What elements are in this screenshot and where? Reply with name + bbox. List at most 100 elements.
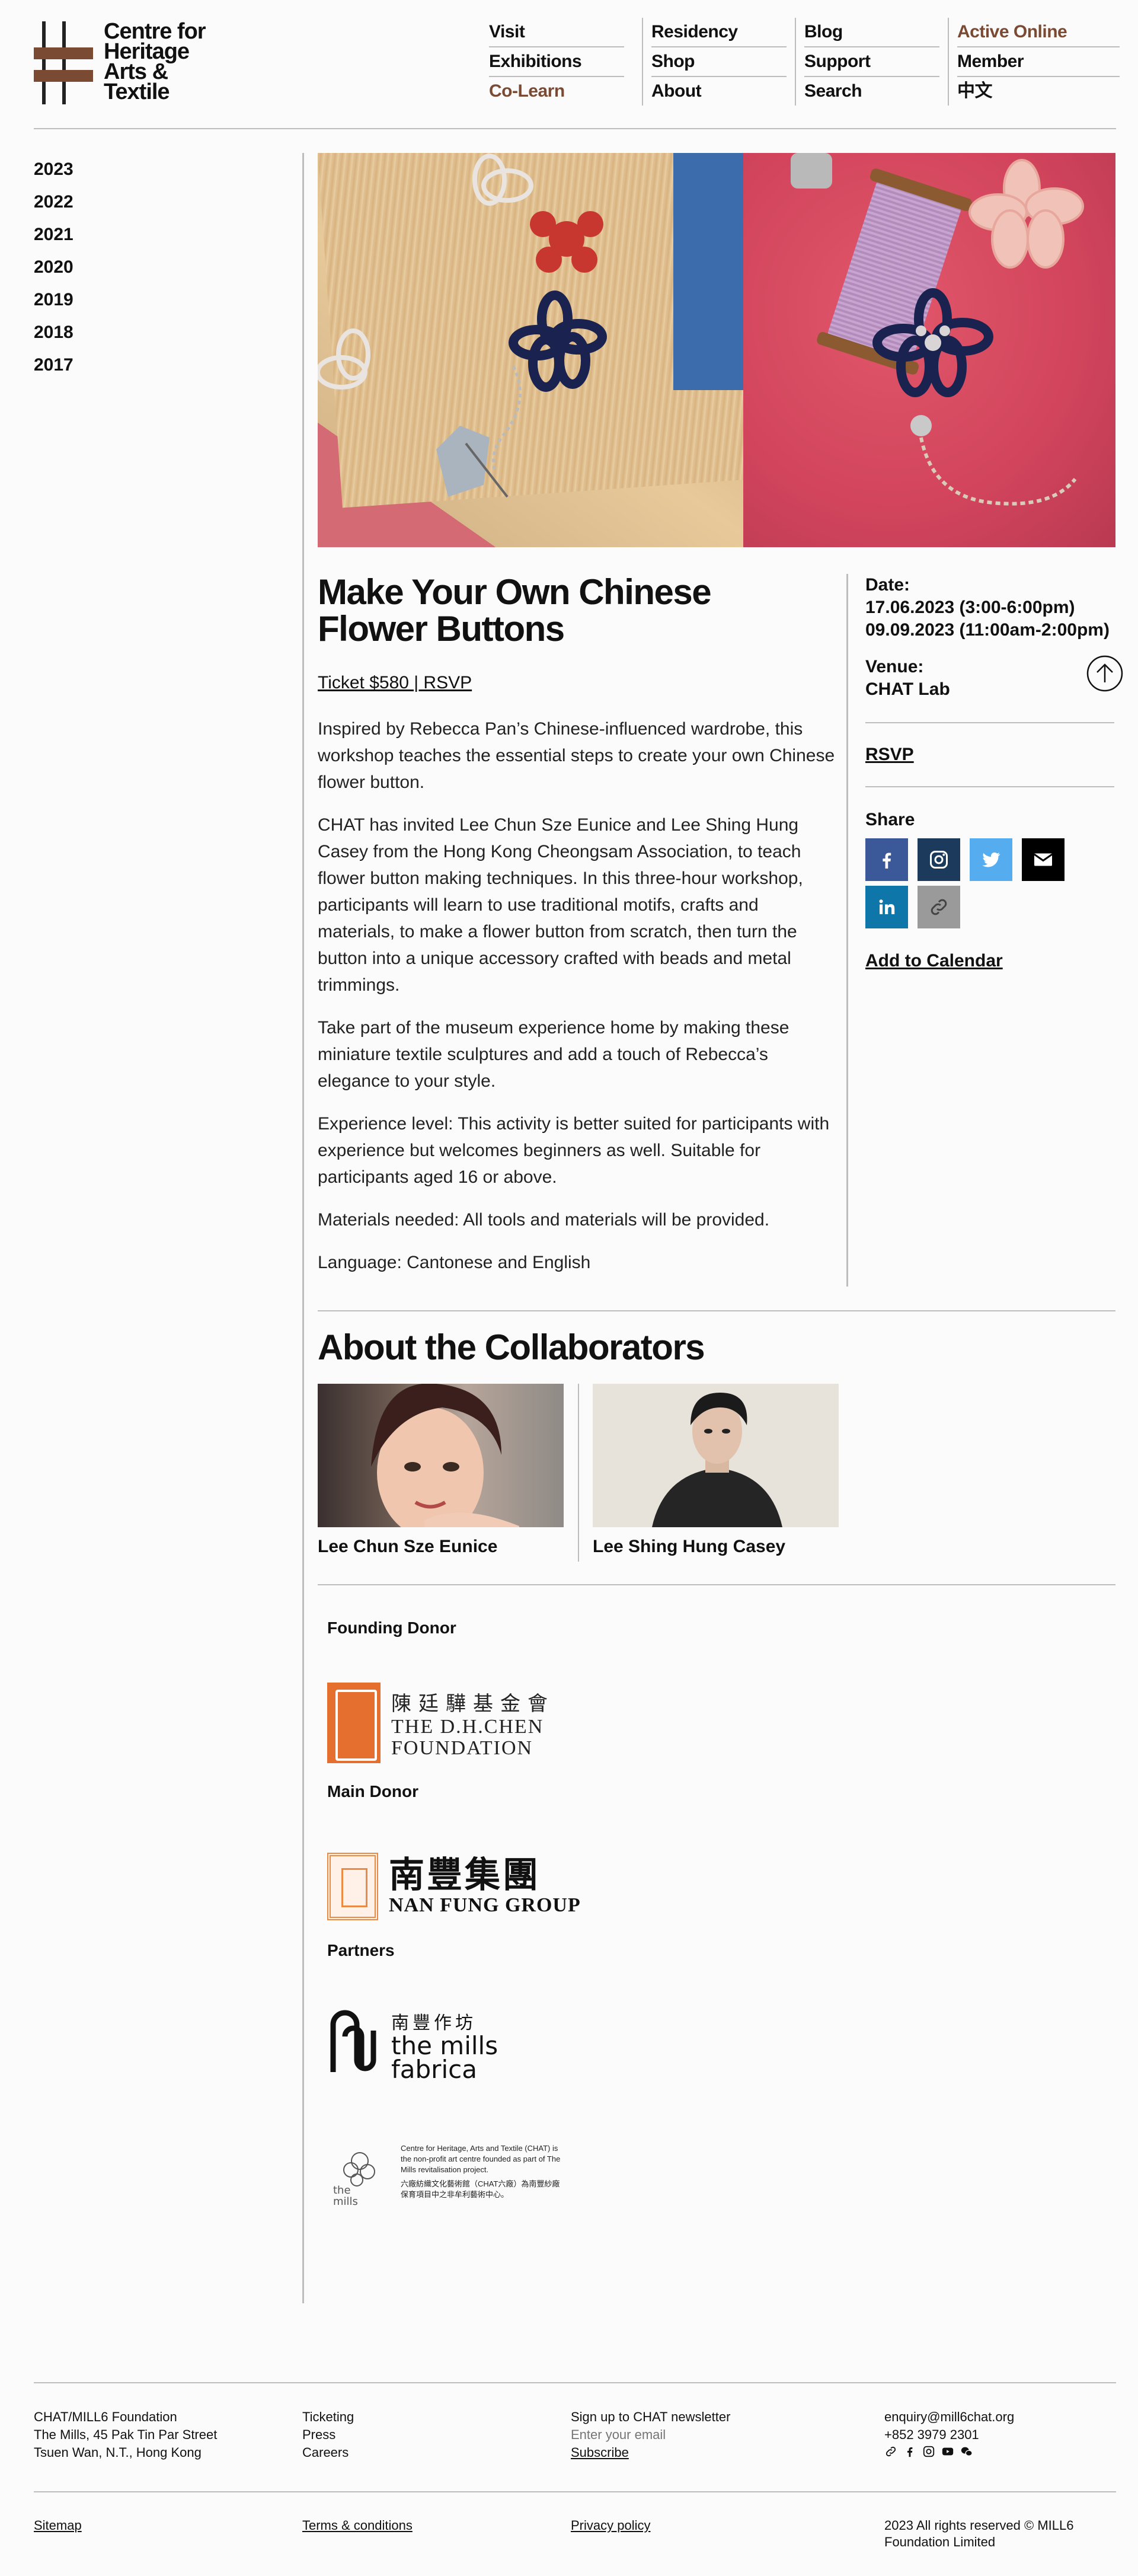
linkedin-share-button[interactable]: [865, 886, 908, 928]
subscribe-button[interactable]: Subscribe: [571, 2444, 808, 2462]
footer-link-press[interactable]: Press: [302, 2426, 354, 2444]
facebook-icon: [883, 853, 891, 869]
year-2018[interactable]: 2018: [34, 316, 73, 349]
footer-divider: [34, 2491, 1116, 2492]
twitter-share-button[interactable]: [970, 838, 1012, 881]
description-paragraph: Inspired by Rebecca Pan’s Chinese-influe…: [318, 719, 835, 792]
mills-fabrica-mark: [330, 2010, 376, 2072]
venue-label: Venue:: [865, 657, 924, 676]
collaborator-photo: [318, 1384, 564, 1527]
footer-contact: enquiry@mill6chat.org +852 3979 2301: [884, 2408, 1014, 2458]
nav-support[interactable]: Support: [804, 47, 939, 77]
nav-exhibitions[interactable]: Exhibitions: [489, 47, 624, 77]
date-label: Date:: [865, 575, 910, 595]
facebook-share-button[interactable]: [865, 838, 908, 881]
address-line: Tsuen Wan, N.T., Hong Kong: [34, 2445, 202, 2460]
terms-link[interactable]: Terms & conditions: [302, 2517, 413, 2534]
year-2020[interactable]: 2020: [34, 251, 73, 283]
hero-photo-tray: [318, 153, 743, 547]
chat-about-cn: 六廠紡織文化藝術館（CHAT六廠）為南豐紗廠保育項目中之非牟利藝術中心。: [401, 2179, 560, 2199]
description-paragraph: CHAT has invited Lee Chun Sze Eunice and…: [318, 815, 803, 995]
info-divider: [846, 574, 848, 1287]
nan-fung-group-logo[interactable]: 南豐集團 NAN FUNG GROUP: [327, 1853, 581, 1920]
chat-about-en: Centre for Heritage, Arts and Textile (C…: [401, 2144, 561, 2174]
footer-link-careers[interactable]: Careers: [302, 2444, 354, 2462]
nan-fung-wordmark: 南豐集團 NAN FUNG GROUP: [389, 1856, 581, 1916]
dh-chen-foundation-logo[interactable]: 陳廷驊基金會 THE D.H.CHEN FOUNDATION: [327, 1683, 555, 1763]
year-filter: 2023 2022 2021 2020 2019 2018 2017: [34, 153, 73, 381]
year-2017[interactable]: 2017: [34, 349, 73, 381]
description-paragraph: Experience level: This activity is bette…: [318, 1114, 830, 1187]
collaborator-card[interactable]: Lee Shing Hung Casey: [593, 1384, 839, 1557]
footer-address: CHAT/MILL6 Foundation The Mills, 45 Pak …: [34, 2408, 217, 2462]
twitter-icon: [982, 852, 1000, 867]
nav-search[interactable]: Search: [804, 77, 939, 106]
year-2019[interactable]: 2019: [34, 283, 73, 316]
year-2022[interactable]: 2022: [34, 186, 73, 218]
ticket-rsvp-link[interactable]: Ticket $580 | RSVP: [318, 673, 472, 693]
section-divider: [318, 1584, 1115, 1585]
site-header: Centre for Heritage Arts & Textile Visit…: [34, 0, 1120, 129]
nav-blog[interactable]: Blog: [804, 18, 939, 47]
dh-chen-seal: [327, 1683, 381, 1763]
footer-link-ticketing[interactable]: Ticketing: [302, 2408, 354, 2426]
site-logo[interactable]: Centre for Heritage Arts & Textile: [34, 20, 206, 104]
nav-shop[interactable]: Shop: [651, 47, 787, 77]
nav-visit[interactable]: Visit: [489, 18, 624, 47]
main-nav: Visit Exhibitions Co-Learn Residency Sho…: [489, 18, 1120, 106]
description-paragraph: Materials needed: All tools and material…: [318, 1210, 770, 1230]
footer-divider: [34, 2382, 1116, 2383]
copy-link-share-button[interactable]: [918, 886, 960, 928]
nav-co-learn[interactable]: Co-Learn: [489, 77, 624, 106]
collaborator-name: Lee Chun Sze Eunice: [318, 1537, 498, 1556]
section-divider: [318, 1310, 1115, 1311]
nan-fung-mark: [327, 1853, 378, 1920]
newsletter-email-input[interactable]: [571, 2427, 808, 2443]
nav-residency[interactable]: Residency: [651, 18, 787, 47]
the-mills-logo: the mills: [333, 2152, 375, 2208]
description-paragraph: Take part of the museum experience home …: [318, 1018, 789, 1091]
collaborator-name: Lee Shing Hung Casey: [593, 1537, 786, 1556]
link-icon[interactable]: [884, 2445, 897, 2458]
nav-active-online[interactable]: Active Online: [957, 18, 1120, 47]
collaborator-card[interactable]: Lee Chun Sze Eunice: [318, 1384, 564, 1557]
year-2023[interactable]: 2023: [34, 153, 73, 186]
sitemap-link[interactable]: Sitemap: [34, 2517, 82, 2534]
divider: [865, 786, 1114, 787]
footer-links: Ticketing Press Careers: [302, 2408, 354, 2462]
mills-fabrica-logo[interactable]: 南豐作坊 the mills fabrica: [327, 2007, 498, 2083]
youtube-icon[interactable]: [941, 2445, 954, 2458]
contact-phone: +852 3979 2301: [884, 2427, 979, 2442]
event-title: Make Your Own Chinese Flower Buttons: [318, 572, 712, 649]
nav-about[interactable]: About: [651, 77, 787, 106]
content-divider: [302, 153, 304, 2303]
back-to-top-icon[interactable]: [1086, 655, 1123, 692]
instagram-icon[interactable]: [922, 2445, 935, 2458]
privacy-link[interactable]: Privacy policy: [571, 2517, 650, 2534]
collaborators-heading: About the Collaborators: [318, 1327, 705, 1367]
year-2021[interactable]: 2021: [34, 218, 73, 251]
description-paragraph: Language: Cantonese and English: [318, 1253, 591, 1272]
founding-donor-label: Founding Donor: [327, 1619, 456, 1637]
footer-newsletter: Sign up to CHAT newsletter Subscribe: [571, 2408, 808, 2462]
email-share-button[interactable]: [1022, 838, 1065, 881]
share-label: Share: [865, 810, 915, 829]
date-value: 09.09.2023 (11:00am-2:00pm): [865, 620, 1110, 640]
instagram-share-button[interactable]: [918, 838, 960, 881]
event-description: Inspired by Rebecca Pan’s Chinese-influe…: [318, 716, 839, 1292]
main-donor-label: Main Donor: [327, 1782, 418, 1801]
footer-social-icons: [884, 2445, 1014, 2458]
copyright-text: 2023 All rights reserved © MILL6 Foundat…: [884, 2518, 1074, 2549]
wechat-icon[interactable]: [960, 2445, 973, 2458]
date-value: 17.06.2023 (3:00-6:00pm): [865, 598, 1075, 617]
event-info-panel: Date: 17.06.2023 (3:00-6:00pm) 09.09.202…: [865, 574, 1114, 971]
facebook-icon[interactable]: [903, 2445, 916, 2458]
contact-email-link[interactable]: enquiry@mill6chat.org: [884, 2408, 1014, 2426]
add-to-calendar-link[interactable]: Add to Calendar: [865, 951, 1003, 971]
nav-member[interactable]: Member: [957, 47, 1120, 77]
the-mills-note: the mills Centre for Heritage, Arts and …: [327, 2143, 567, 2208]
svg-text:mills: mills: [333, 2195, 358, 2208]
nav-language-chinese[interactable]: 中文: [957, 77, 1120, 106]
address-line: The Mills, 45 Pak Tin Par Street: [34, 2427, 218, 2442]
rsvp-link[interactable]: RSVP: [865, 745, 914, 765]
